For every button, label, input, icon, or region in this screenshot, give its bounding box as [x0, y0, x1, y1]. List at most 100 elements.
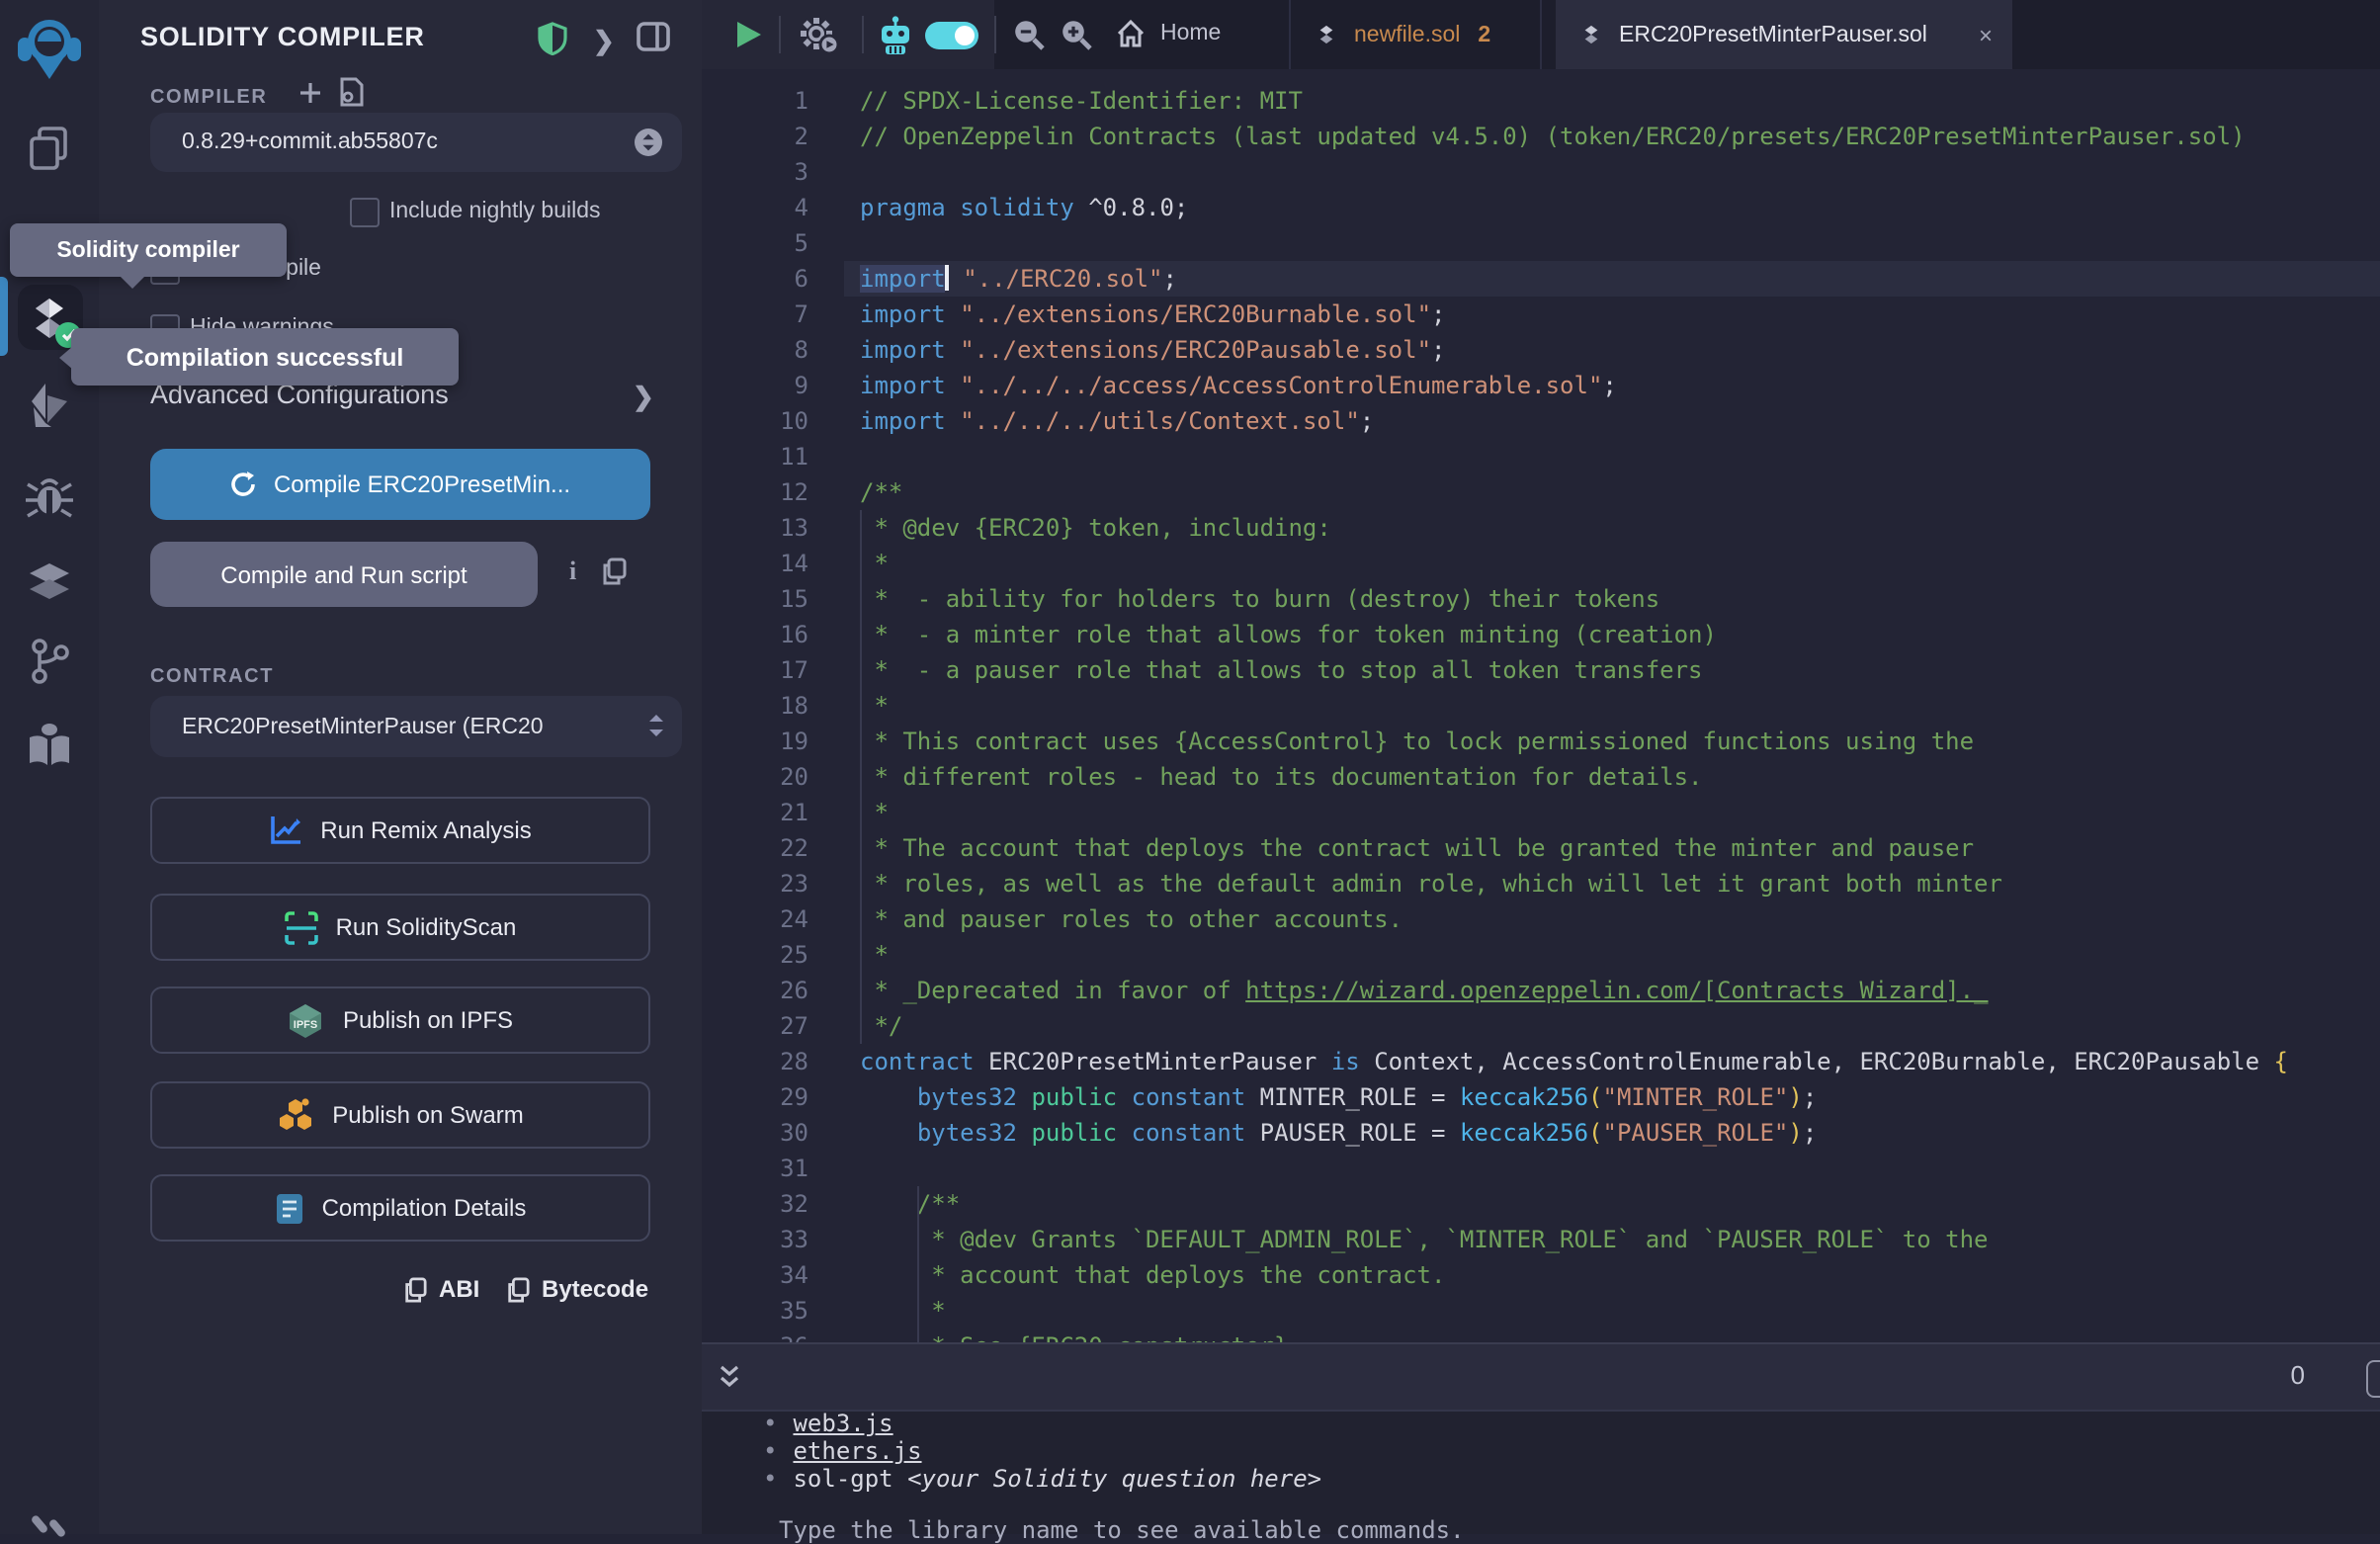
tab-label: newfile.sol — [1354, 23, 1460, 46]
home-tab[interactable]: Home — [1115, 18, 1221, 49]
code-line[interactable]: 24 * and pauser roles to other accounts. — [702, 901, 2380, 937]
code-line[interactable]: 12 /** — [702, 474, 2380, 510]
code-line[interactable]: 27 */ — [702, 1008, 2380, 1044]
abi-label: ABI — [439, 1275, 479, 1303]
copy-icon[interactable] — [601, 558, 627, 585]
tab-newfile[interactable]: newfile.sol 2 — [1289, 0, 1542, 69]
code-line[interactable]: 11 — [702, 439, 2380, 474]
code-line[interactable]: 1// SPDX-License-Identifier: MIT — [702, 83, 2380, 119]
tab-badge: 2 — [1478, 23, 1490, 46]
code-line[interactable]: 17 * - a pauser role that allows to stop… — [702, 652, 2380, 688]
compile-and-run-button[interactable]: Compile and Run script — [150, 542, 538, 607]
bytecode-copy[interactable]: Bytecode — [506, 1275, 648, 1303]
code-line[interactable]: 19 * This contract uses {AccessControl} … — [702, 724, 2380, 759]
indent-guide — [917, 1186, 919, 1342]
contract-select[interactable]: ERC20PresetMinterPauser (ERC20 — [150, 696, 682, 757]
run-solidityscan-button[interactable]: Run SolidityScan — [150, 894, 650, 961]
sidebar-item-learneth[interactable] — [0, 720, 99, 771]
code-line[interactable]: 30 bytes32 public constant PAUSER_ROLE =… — [702, 1115, 2380, 1151]
version-select[interactable]: 0.8.29+commit.ab55807c — [150, 113, 682, 172]
sidebar-item-static-analysis[interactable] — [0, 559, 99, 607]
code-line[interactable]: 23 * roles, as well as the default admin… — [702, 866, 2380, 901]
code-line[interactable]: 29 bytes32 public constant MINTER_ROLE =… — [702, 1079, 2380, 1115]
zoom-in-icon[interactable] — [1060, 18, 1093, 51]
code-line[interactable]: 36 * See {ERC20-constructor}. — [702, 1329, 2380, 1342]
shield-icon[interactable] — [538, 22, 567, 55]
ai-robot-icon[interactable] — [878, 16, 913, 55]
chevron-right-icon[interactable]: ❯ — [593, 26, 615, 57]
sidebar-item-deploy-run[interactable] — [0, 380, 99, 431]
compile-button[interactable]: Compile ERC20PresetMin... — [150, 449, 650, 520]
code-line[interactable]: 7import "../extensions/ERC20Burnable.sol… — [702, 297, 2380, 332]
code-line[interactable]: 15 * - ability for holders to burn (dest… — [702, 581, 2380, 617]
code-text: * — [860, 1293, 946, 1329]
play-icon[interactable] — [735, 20, 763, 49]
line-number: 20 — [702, 759, 808, 795]
code-line[interactable]: 22 * The account that deploys the contra… — [702, 830, 2380, 866]
sidebar-item-git[interactable] — [0, 635, 99, 686]
ai-toggle-on[interactable] — [925, 22, 978, 49]
abi-copy[interactable]: ABI — [403, 1275, 479, 1303]
code-line[interactable]: 35 * — [702, 1293, 2380, 1329]
code-text: import "../ERC20.sol"; — [860, 261, 1177, 297]
code-line[interactable]: 16 * - a minter role that allows for tok… — [702, 617, 2380, 652]
code-line[interactable]: 34 * account that deploys the contract. — [702, 1257, 2380, 1293]
code-line[interactable]: 32 /** — [702, 1186, 2380, 1222]
code-token — [860, 1083, 917, 1111]
code-line[interactable]: 5 — [702, 225, 2380, 261]
code-text: * roles, as well as the default admin ro… — [860, 866, 2002, 901]
publish-on-ipfs-button[interactable]: IPFS Publish on IPFS — [150, 986, 650, 1054]
terminal-header[interactable]: 0 — [702, 1342, 2380, 1412]
code-line[interactable]: 2// OpenZeppelin Contracts (last updated… — [702, 119, 2380, 154]
include-nightly-checkbox[interactable] — [350, 198, 380, 227]
code-editor[interactable]: 1// SPDX-License-Identifier: MIT2// Open… — [702, 69, 2380, 1342]
code-line[interactable]: 9import "../../../access/AccessControlEn… — [702, 368, 2380, 403]
bullet: • — [763, 1465, 777, 1493]
plus-icon[interactable] — [298, 81, 322, 105]
run-remix-analysis-button[interactable]: Run Remix Analysis — [150, 797, 650, 864]
code-line[interactable]: 4pragma solidity ^0.8.0; — [702, 190, 2380, 225]
code-line[interactable]: 10import "../../../utils/Context.sol"; — [702, 403, 2380, 439]
sidebar-item-debugger[interactable] — [0, 471, 99, 522]
code-line[interactable]: 3 — [702, 154, 2380, 190]
code-line[interactable]: 28contract ERC20PresetMinterPauser is Co… — [702, 1044, 2380, 1079]
remix-logo[interactable] — [0, 12, 99, 83]
code-line[interactable]: 18 * — [702, 688, 2380, 724]
code-token — [1017, 1119, 1031, 1147]
close-icon[interactable]: × — [1979, 21, 1993, 48]
code-line[interactable]: 13 * @dev {ERC20} token, including: — [702, 510, 2380, 546]
sidebar-item-plugin-manager[interactable] — [0, 1514, 99, 1538]
publish-on-swarm-button[interactable]: Publish on Swarm — [150, 1081, 650, 1149]
tab-label: ERC20PresetMinterPauser.sol — [1619, 23, 1927, 46]
terminal-search-input[interactable] — [2366, 1360, 2380, 1398]
terminal-library-link[interactable]: ethers.js — [793, 1437, 921, 1465]
license-file-icon[interactable] — [338, 77, 364, 107]
compilation-details-button[interactable]: Compilation Details — [150, 1174, 650, 1242]
code-line[interactable]: 14 * — [702, 546, 2380, 581]
code-line[interactable]: 8import "../extensions/ERC20Pausable.sol… — [702, 332, 2380, 368]
code-token — [946, 407, 960, 435]
code-token: ^0.8.0; — [1074, 194, 1189, 221]
code-line[interactable]: 20 * different roles - head to its docum… — [702, 759, 2380, 795]
terminal-library-link[interactable]: web3.js — [793, 1410, 892, 1437]
info-icon[interactable]: i — [569, 556, 576, 587]
tooltip-solidity-compiler: Solidity compiler — [10, 223, 287, 277]
code-line[interactable]: 6import "../ERC20.sol"; — [702, 261, 2380, 297]
sidebar-item-file-explorer[interactable] — [0, 123, 99, 174]
double-chevron-down-icon[interactable] — [718, 1364, 741, 1390]
code-line[interactable]: 31 — [702, 1151, 2380, 1186]
code-line[interactable]: 26 * _Deprecated in favor of https://wiz… — [702, 973, 2380, 1008]
code-line[interactable]: 21 * — [702, 795, 2380, 830]
tab-erc20presetminterpauser[interactable]: ERC20PresetMinterPauser.sol × — [1556, 0, 2012, 69]
line-number: 12 — [702, 474, 808, 510]
split-panel-icon[interactable] — [637, 22, 670, 51]
code-token: * — [860, 1297, 946, 1325]
chevron-right-icon[interactable]: ❯ — [633, 382, 654, 413]
code-line[interactable]: 33 * @dev Grants `DEFAULT_ADMIN_ROLE`, `… — [702, 1222, 2380, 1257]
code-token: */ — [860, 1012, 902, 1040]
code-line[interactable]: 25 * — [702, 937, 2380, 973]
code-token: public — [1031, 1119, 1117, 1147]
zoom-out-icon[interactable] — [1012, 18, 1046, 51]
code-token: /** — [860, 478, 902, 506]
script-config-gear-icon[interactable] — [797, 14, 840, 55]
